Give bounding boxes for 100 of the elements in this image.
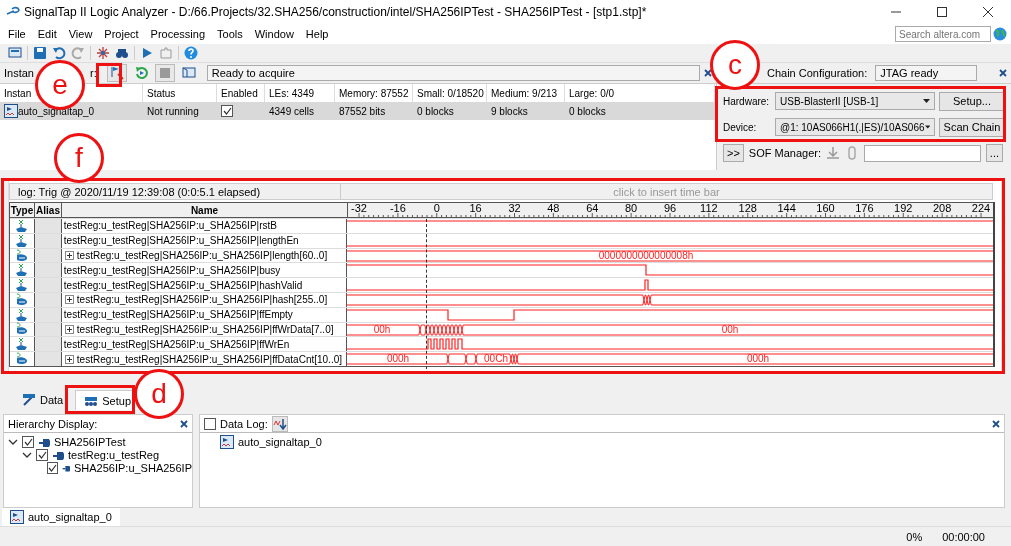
search-field[interactable]: Search altera.com <box>895 26 991 42</box>
column-header[interactable]: Alias <box>35 203 62 217</box>
list-item[interactable]: auto_signaltap_0 <box>238 436 322 448</box>
save-icon[interactable] <box>33 46 47 60</box>
column-header[interactable]: Type <box>10 203 35 217</box>
chevron-icon[interactable] <box>8 438 18 445</box>
input-field[interactable] <box>864 144 981 162</box>
signal-name[interactable]: testReg:u_testReg|SHA256IP:u_SHA256IP|lengthEn <box>63 235 299 247</box>
status-field: Ready to acquire <box>206 65 700 81</box>
signal-name[interactable]: testReg:u_testReg|SHA256IP:u_SHA256IP|length[60..0] <box>76 250 328 261</box>
ruler-label: -32 <box>351 203 367 214</box>
ruler-label: 64 <box>586 203 599 214</box>
refresh-icon <box>133 66 148 80</box>
bus-node-icon <box>14 292 29 307</box>
menu-item[interactable]: Project <box>98 28 145 40</box>
dropdown[interactable]: USB-BlasterII [USB-1] <box>775 92 935 110</box>
export-log-icon[interactable] <box>271 415 288 432</box>
ruler-label: 32 <box>508 203 521 214</box>
menu-item[interactable]: View <box>62 28 99 40</box>
tree-item[interactable]: testReg:u_testReg <box>68 448 160 461</box>
signal-name[interactable]: testReg:u_testReg|SHA256IP:u_SHA256IP|ffWrEn <box>63 338 290 350</box>
ruler-label: 16 <box>469 203 482 214</box>
globe-icon[interactable] <box>993 27 1007 41</box>
undo-icon[interactable] <box>52 46 66 60</box>
browse-button[interactable]: ... <box>985 144 1003 162</box>
tab[interactable]: Data <box>14 390 72 410</box>
setup-button[interactable]: Setup... <box>939 91 1005 111</box>
caret-icon <box>923 99 930 103</box>
panel-label: Chain Configuration: <box>767 67 868 79</box>
scan-chain-button[interactable]: Scan Chain <box>939 117 1005 137</box>
checkbox[interactable] <box>36 448 48 461</box>
close-icon[interactable] <box>982 6 994 18</box>
status-field: JTAG ready <box>875 65 977 81</box>
window-icon[interactable] <box>8 46 22 60</box>
signal-name[interactable]: testReg:u_testReg|SHA256IP:u_SHA256IP|hashValid <box>63 279 303 291</box>
menu-item[interactable]: Edit <box>31 28 63 40</box>
panel-title: Data Log: <box>220 417 268 430</box>
bus-value: 000h <box>386 353 410 366</box>
signal-name[interactable]: testReg:u_testReg|SHA256IP:u_SHA256IP|ffWrData[7..0] <box>76 323 334 335</box>
bus-value: 00h <box>721 323 739 336</box>
signal-name[interactable]: testReg:u_testReg|SHA256IP:u_SHA256IP|ffDataCnt[10..0] <box>76 353 342 365</box>
dropdown[interactable]: @1: 10AS066H1(.|ES)/10AS066 <box>775 118 935 136</box>
panel-label: Instan <box>4 67 34 79</box>
signal-node-icon <box>14 233 29 248</box>
bus-node-icon <box>14 248 29 263</box>
caret-icon <box>924 125 930 129</box>
window-title: SignalTap II Logic Analyzer - D:/66.Projects/32.SHA256/construction/intel/SHA256IPTest - SHA256IPTest - [stp1.stp]* <box>24 5 648 19</box>
instance-icon <box>4 104 18 118</box>
expand-icon[interactable] <box>64 251 74 260</box>
checkbox[interactable] <box>204 417 216 430</box>
close-icon[interactable] <box>704 69 712 77</box>
expand-button[interactable]: >> <box>723 144 744 162</box>
ruler-label: 160 <box>816 203 835 214</box>
close-icon[interactable] <box>999 69 1007 77</box>
flag-wand-icon <box>109 66 124 80</box>
signal-node-icon <box>14 278 29 293</box>
panel-title: Hierarchy Display: <box>8 417 98 430</box>
menu-item[interactable]: File <box>2 28 32 40</box>
asterisk-icon[interactable] <box>96 46 110 60</box>
checkbox[interactable] <box>46 461 58 474</box>
ruler-label: 48 <box>547 203 560 214</box>
expand-icon[interactable] <box>64 295 74 305</box>
menu-item[interactable]: Window <box>248 28 300 40</box>
maximize-icon[interactable] <box>936 6 948 18</box>
tree-item[interactable]: SHA256IPTest <box>54 435 126 448</box>
ruler-label: 0 <box>433 203 440 214</box>
progress-text: 0% <box>906 531 923 543</box>
highlight-frame <box>65 385 135 414</box>
signal-node-icon <box>14 307 29 322</box>
ruler-label: 192 <box>894 203 913 214</box>
close-icon[interactable] <box>180 419 188 428</box>
binoculars-icon[interactable] <box>115 46 129 60</box>
field-label: SOF Manager: <box>748 147 821 159</box>
stop-icon <box>157 66 172 80</box>
signal-name[interactable]: testReg:u_testReg|SHA256IP:u_SHA256IP|rstB <box>63 220 277 232</box>
tree-item[interactable]: SHA256IP:u_SHA256IP <box>73 461 192 474</box>
bus-value: 0000000000000008h <box>598 249 694 262</box>
help-icon[interactable] <box>184 46 198 60</box>
close-icon[interactable] <box>992 419 1000 428</box>
menu-item[interactable]: Processing <box>144 28 212 40</box>
checkbox[interactable] <box>221 105 233 117</box>
tab[interactable]: auto_signaltap_0 <box>2 508 120 526</box>
highlight-frame <box>96 63 122 87</box>
signal-name[interactable]: testReg:u_testReg|SHA256IP:u_SHA256IP|hash[255..0] <box>76 294 328 306</box>
menu-item[interactable]: Tools <box>211 28 249 40</box>
play-icon[interactable] <box>140 46 154 60</box>
signal-name[interactable]: testReg:u_testReg|SHA256IP:u_SHA256IP|ffEmpty <box>63 309 293 321</box>
monitor-icon <box>181 66 196 80</box>
signal-node-icon <box>14 263 29 278</box>
expand-icon[interactable] <box>64 354 74 364</box>
menu-item[interactable]: Help <box>299 28 335 40</box>
ruler-label: 96 <box>663 203 677 214</box>
tab[interactable]: Setup <box>75 390 140 410</box>
chevron-icon[interactable] <box>22 451 32 458</box>
expand-icon[interactable] <box>64 324 74 334</box>
checkbox[interactable] <box>22 435 34 448</box>
signal-name[interactable]: testReg:u_testReg|SHA256IP:u_SHA256IP|busy <box>63 264 281 276</box>
column-header[interactable]: Name <box>62 203 348 217</box>
table-cell-text: 4349 cells <box>268 104 316 119</box>
instance-icon <box>220 435 234 449</box>
